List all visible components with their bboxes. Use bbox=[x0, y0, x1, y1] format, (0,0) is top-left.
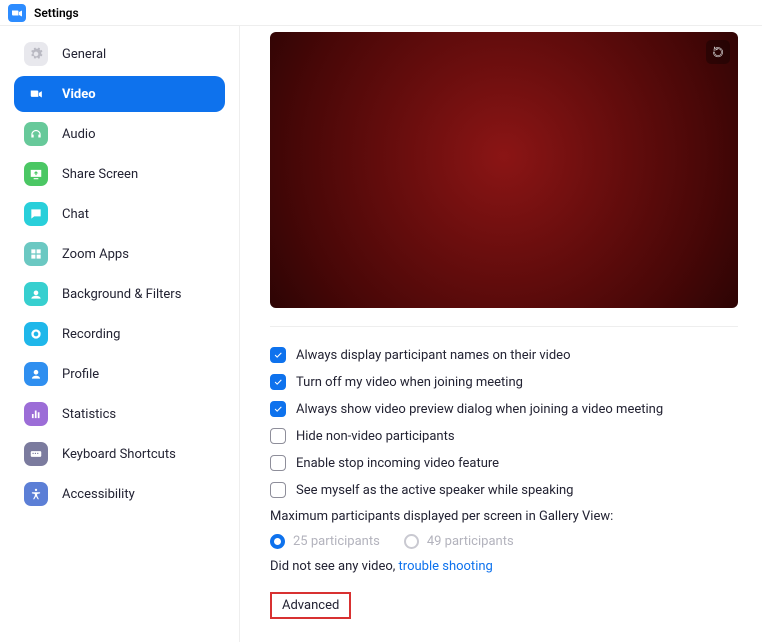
sidebar-item-label: Audio bbox=[62, 127, 95, 142]
sidebar-item-label: General bbox=[62, 47, 106, 62]
background-icon bbox=[24, 282, 48, 306]
sidebar-item-label: Recording bbox=[62, 327, 120, 342]
profile-icon bbox=[24, 362, 48, 386]
help-text: Did not see any video, bbox=[270, 559, 399, 574]
headphones-icon bbox=[24, 122, 48, 146]
radio-icon bbox=[270, 534, 285, 549]
gear-icon bbox=[24, 42, 48, 66]
advanced-label: Advanced bbox=[282, 598, 339, 613]
window-title: Settings bbox=[34, 6, 79, 20]
option-display-names[interactable]: Always display participant names on thei… bbox=[270, 347, 752, 363]
video-icon bbox=[24, 82, 48, 106]
sidebar-item-label: Accessibility bbox=[62, 487, 135, 502]
zoom-app-icon bbox=[8, 4, 26, 22]
sidebar-item-label: Video bbox=[62, 87, 96, 102]
sidebar-item-zoom-apps[interactable]: Zoom Apps bbox=[14, 236, 225, 272]
option-label: Enable stop incoming video feature bbox=[296, 456, 499, 471]
sidebar-item-label: Statistics bbox=[62, 407, 116, 422]
help-line: Did not see any video, trouble shooting bbox=[270, 559, 752, 574]
sidebar-item-video[interactable]: Video bbox=[14, 76, 225, 112]
sidebar-item-keyboard-shortcuts[interactable]: Keyboard Shortcuts bbox=[14, 436, 225, 472]
radio-icon bbox=[404, 534, 419, 549]
sidebar-item-label: Zoom Apps bbox=[62, 247, 129, 262]
titlebar: Settings bbox=[0, 0, 762, 26]
option-label: Hide non-video participants bbox=[296, 429, 455, 444]
sidebar-item-general[interactable]: General bbox=[14, 36, 225, 72]
statistics-icon bbox=[24, 402, 48, 426]
option-video-preview[interactable]: Always show video preview dialog when jo… bbox=[270, 401, 752, 417]
divider bbox=[270, 326, 738, 327]
checkbox-icon bbox=[270, 374, 286, 390]
radio-25[interactable]: 25 participants bbox=[270, 534, 380, 549]
option-label: Turn off my video when joining meeting bbox=[296, 375, 523, 390]
keyboard-icon bbox=[24, 442, 48, 466]
checkbox-icon bbox=[270, 482, 286, 498]
sidebar-item-chat[interactable]: Chat bbox=[14, 196, 225, 232]
main-content: Always display participant names on thei… bbox=[240, 26, 762, 642]
rotate-button[interactable] bbox=[706, 40, 730, 64]
option-see-myself[interactable]: See myself as the active speaker while s… bbox=[270, 482, 752, 498]
share-screen-icon bbox=[24, 162, 48, 186]
recording-icon bbox=[24, 322, 48, 346]
radio-49[interactable]: 49 participants bbox=[404, 534, 514, 549]
apps-icon bbox=[24, 242, 48, 266]
sidebar-item-label: Share Screen bbox=[62, 167, 138, 182]
checkbox-icon bbox=[270, 347, 286, 363]
checkbox-icon bbox=[270, 455, 286, 471]
checkbox-icon bbox=[270, 401, 286, 417]
sidebar-item-background-filters[interactable]: Background & Filters bbox=[14, 276, 225, 312]
sidebar-item-statistics[interactable]: Statistics bbox=[14, 396, 225, 432]
advanced-button[interactable]: Advanced bbox=[270, 592, 351, 619]
option-turn-off-video[interactable]: Turn off my video when joining meeting bbox=[270, 374, 752, 390]
radio-label: 25 participants bbox=[293, 534, 380, 549]
sidebar-item-label: Background & Filters bbox=[62, 287, 181, 302]
sidebar-item-label: Chat bbox=[62, 207, 89, 222]
troubleshooting-link[interactable]: trouble shooting bbox=[399, 559, 493, 574]
sidebar-item-accessibility[interactable]: Accessibility bbox=[14, 476, 225, 512]
sidebar: General Video Audio Share Screen Chat bbox=[0, 26, 240, 642]
option-label: Always show video preview dialog when jo… bbox=[296, 402, 663, 417]
sidebar-item-label: Profile bbox=[62, 367, 99, 382]
radio-label: 49 participants bbox=[427, 534, 514, 549]
checkbox-icon bbox=[270, 428, 286, 444]
video-preview bbox=[270, 32, 738, 308]
option-label: See myself as the active speaker while s… bbox=[296, 483, 573, 498]
sidebar-item-recording[interactable]: Recording bbox=[14, 316, 225, 352]
chat-icon bbox=[24, 202, 48, 226]
gallery-title: Maximum participants displayed per scree… bbox=[270, 509, 752, 524]
sidebar-item-profile[interactable]: Profile bbox=[14, 356, 225, 392]
sidebar-item-audio[interactable]: Audio bbox=[14, 116, 225, 152]
accessibility-icon bbox=[24, 482, 48, 506]
option-stop-incoming[interactable]: Enable stop incoming video feature bbox=[270, 455, 752, 471]
option-hide-nonvideo[interactable]: Hide non-video participants bbox=[270, 428, 752, 444]
sidebar-item-label: Keyboard Shortcuts bbox=[62, 447, 176, 462]
sidebar-item-share-screen[interactable]: Share Screen bbox=[14, 156, 225, 192]
option-label: Always display participant names on thei… bbox=[296, 348, 570, 363]
gallery-radios: 25 participants 49 participants bbox=[270, 534, 752, 549]
